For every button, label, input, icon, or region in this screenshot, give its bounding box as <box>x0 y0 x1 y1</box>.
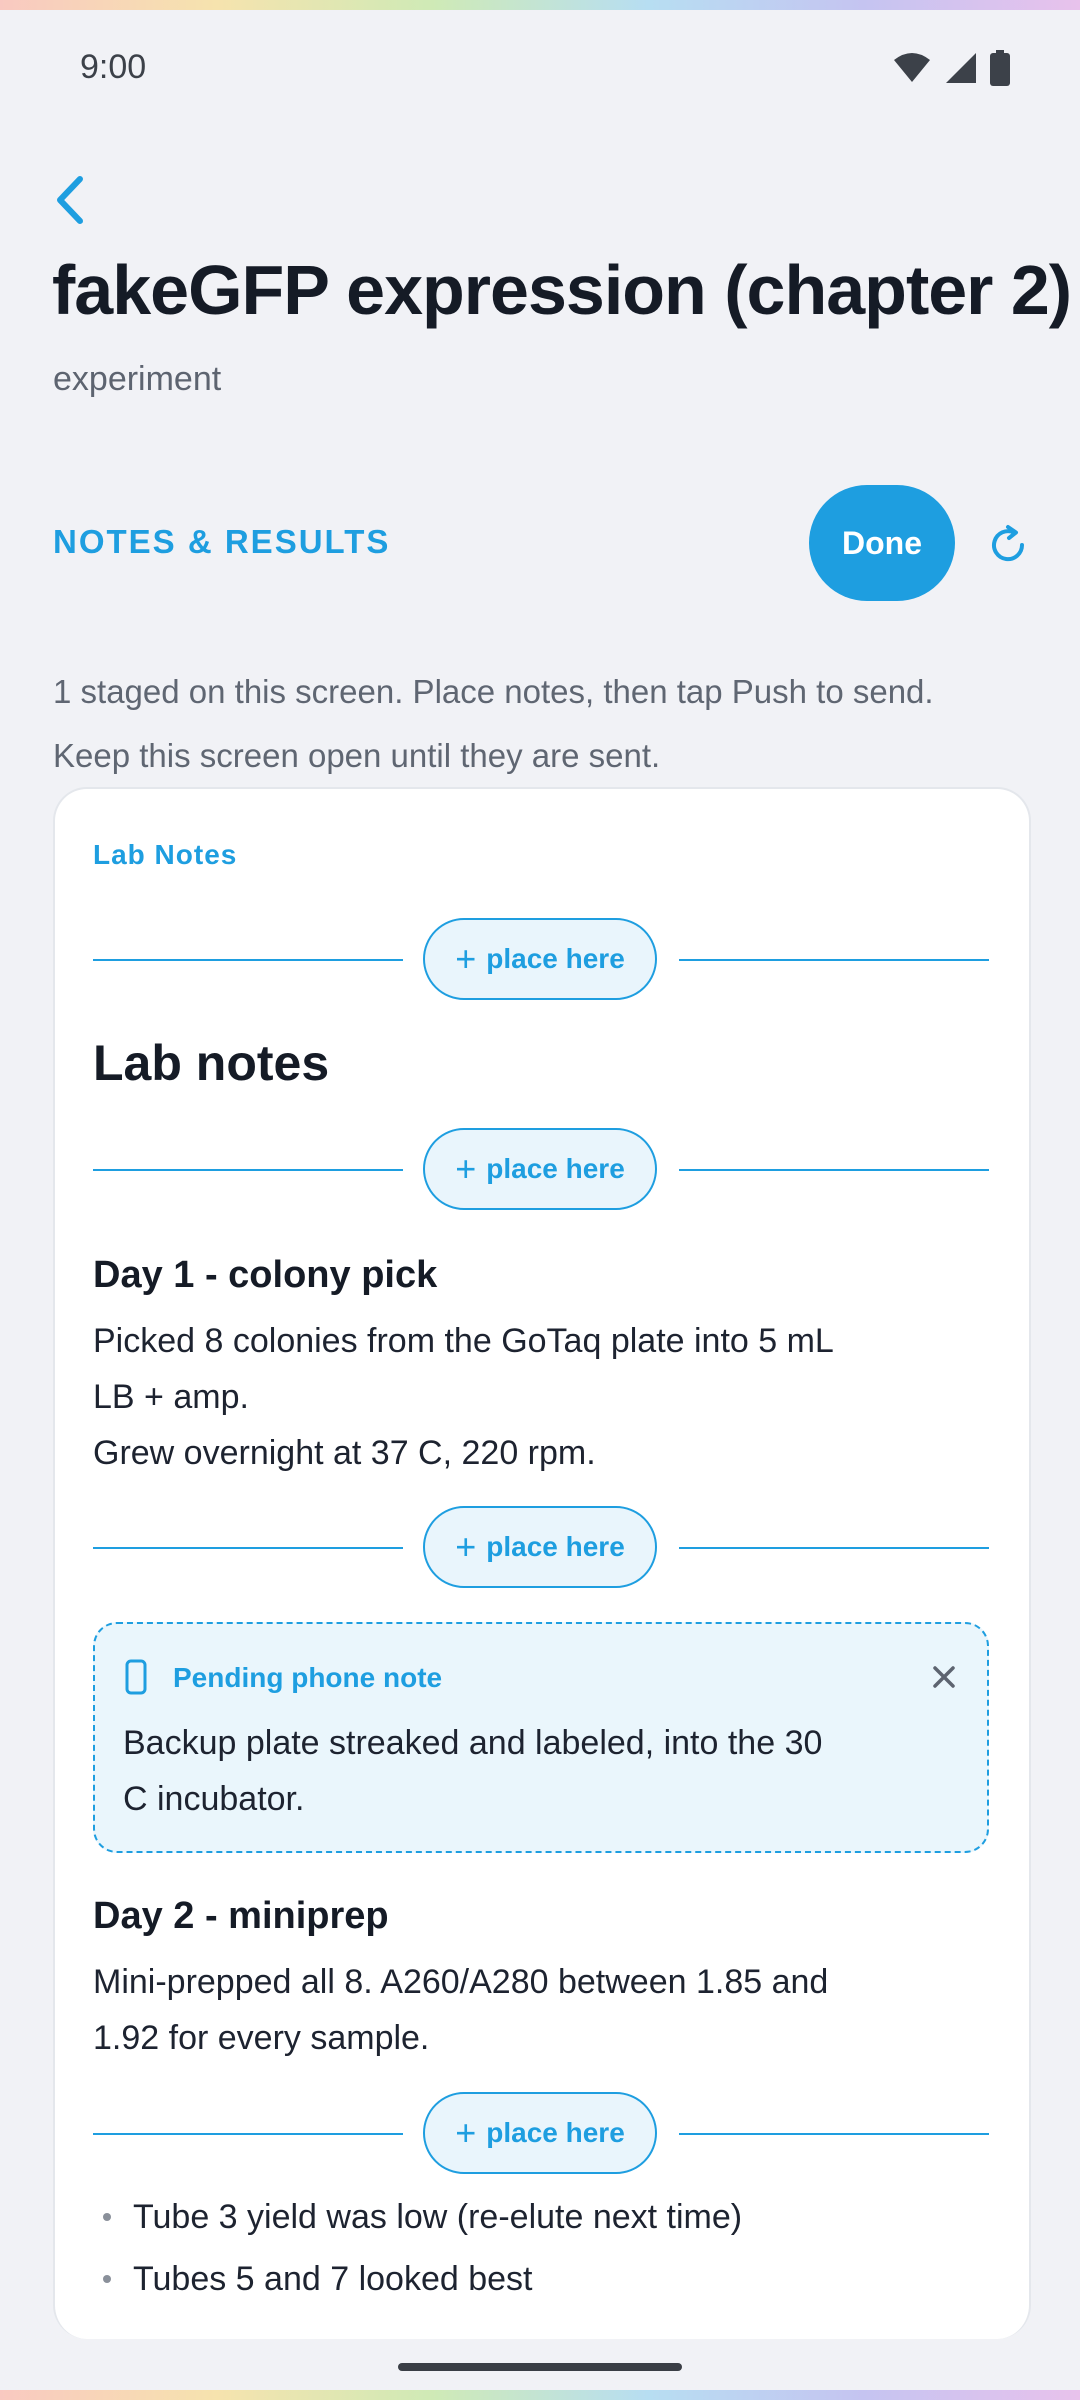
place-here-label: place here <box>486 943 625 974</box>
place-here-label: place here <box>486 2117 625 2148</box>
bullet-list: Tube 3 yield was low (re-elute next time… <box>93 2186 742 2310</box>
divider <box>679 1169 989 1171</box>
list-item-text: Tubes 5 and 7 looked best <box>133 2259 533 2298</box>
place-here-row: + place here <box>93 1506 989 1590</box>
phone-icon <box>125 1659 147 1695</box>
place-here-button[interactable]: + place here <box>423 2092 657 2174</box>
divider <box>93 1547 403 1549</box>
status-icons <box>892 50 1010 86</box>
plus-icon: + <box>455 1148 477 1189</box>
plus-icon: + <box>455 1526 477 1567</box>
divider <box>679 2133 989 2135</box>
home-indicator[interactable] <box>398 2363 682 2371</box>
divider <box>679 1547 989 1549</box>
divider <box>93 959 403 961</box>
divider <box>93 2133 403 2135</box>
done-button[interactable]: Done <box>809 485 955 601</box>
plus-icon: + <box>455 2112 477 2153</box>
chevron-left-icon <box>57 176 83 224</box>
bottom-gradient-strip <box>0 2390 1080 2400</box>
pending-text: Backup plate streaked and labeled, into … <box>123 1724 823 1762</box>
day1-title: Day 1 - colony pick <box>93 1254 438 1296</box>
list-item-text: Tube 3 yield was low (re-elute next time… <box>133 2197 743 2236</box>
pending-label: Pending phone note <box>173 1662 443 1693</box>
lab-notes-card: Lab Notes + place here Lab notes + place h… <box>53 787 1031 2339</box>
status-time: 9:00 <box>80 48 147 86</box>
divider <box>679 959 989 961</box>
place-here-button[interactable]: + place here <box>423 918 657 1000</box>
place-here-label: place here <box>486 1531 625 1562</box>
place-here-button[interactable]: + place here <box>423 1128 657 1210</box>
divider <box>93 1169 403 1171</box>
refresh-icon <box>992 525 1025 562</box>
day2-title: Day 2 - miniprep <box>93 1895 389 1937</box>
card-label: Lab Notes <box>93 839 238 870</box>
place-here-label: place here <box>486 1153 625 1184</box>
page-title: fakeGFP expression (chapter 2) <box>52 251 1072 329</box>
place-here-row: + place here <box>93 918 989 1002</box>
pending-phone-note: Pending phone note Backup plate streaked… <box>93 1622 989 1853</box>
pending-text: C incubator. <box>123 1780 305 1818</box>
refresh-button[interactable] <box>986 523 1030 567</box>
top-gradient-strip <box>0 0 1080 10</box>
day1-text: LB + amp. <box>93 1378 249 1416</box>
list-item: Tube 3 yield was low (re-elute next time… <box>93 2186 742 2248</box>
info-line: 1 staged on this screen. Place notes, th… <box>53 673 934 710</box>
close-icon[interactable] <box>929 1662 959 1692</box>
plus-icon: + <box>455 938 477 979</box>
day2-text: Mini-prepped all 8. A260/A280 between 1.… <box>93 1963 829 2001</box>
battery-icon <box>990 50 1010 86</box>
notes-heading: Lab notes <box>93 1035 330 1091</box>
place-here-row: + place here <box>93 2092 989 2176</box>
page-subtitle: experiment <box>53 360 222 398</box>
day1-text: Picked 8 colonies from the GoTaq plate i… <box>93 1322 834 1360</box>
signal-icon <box>946 53 976 83</box>
status-bar: 9:00 <box>0 42 1080 102</box>
info-line: Keep this screen open until they are sen… <box>53 737 661 774</box>
place-here-button[interactable]: + place here <box>423 1506 657 1588</box>
bullet-dot <box>103 2275 111 2283</box>
section-label: NOTES & RESULTS <box>53 523 391 560</box>
wifi-icon <box>894 53 930 82</box>
day1-text: Grew overnight at 37 C, 220 rpm. <box>93 1434 596 1472</box>
list-item: Tubes 5 and 7 looked best <box>93 2248 742 2310</box>
place-here-row: + place here <box>93 1128 989 1212</box>
back-button[interactable] <box>40 165 110 235</box>
day2-text: 1.92 for every sample. <box>93 2019 430 2057</box>
bullet-dot <box>103 2213 111 2221</box>
